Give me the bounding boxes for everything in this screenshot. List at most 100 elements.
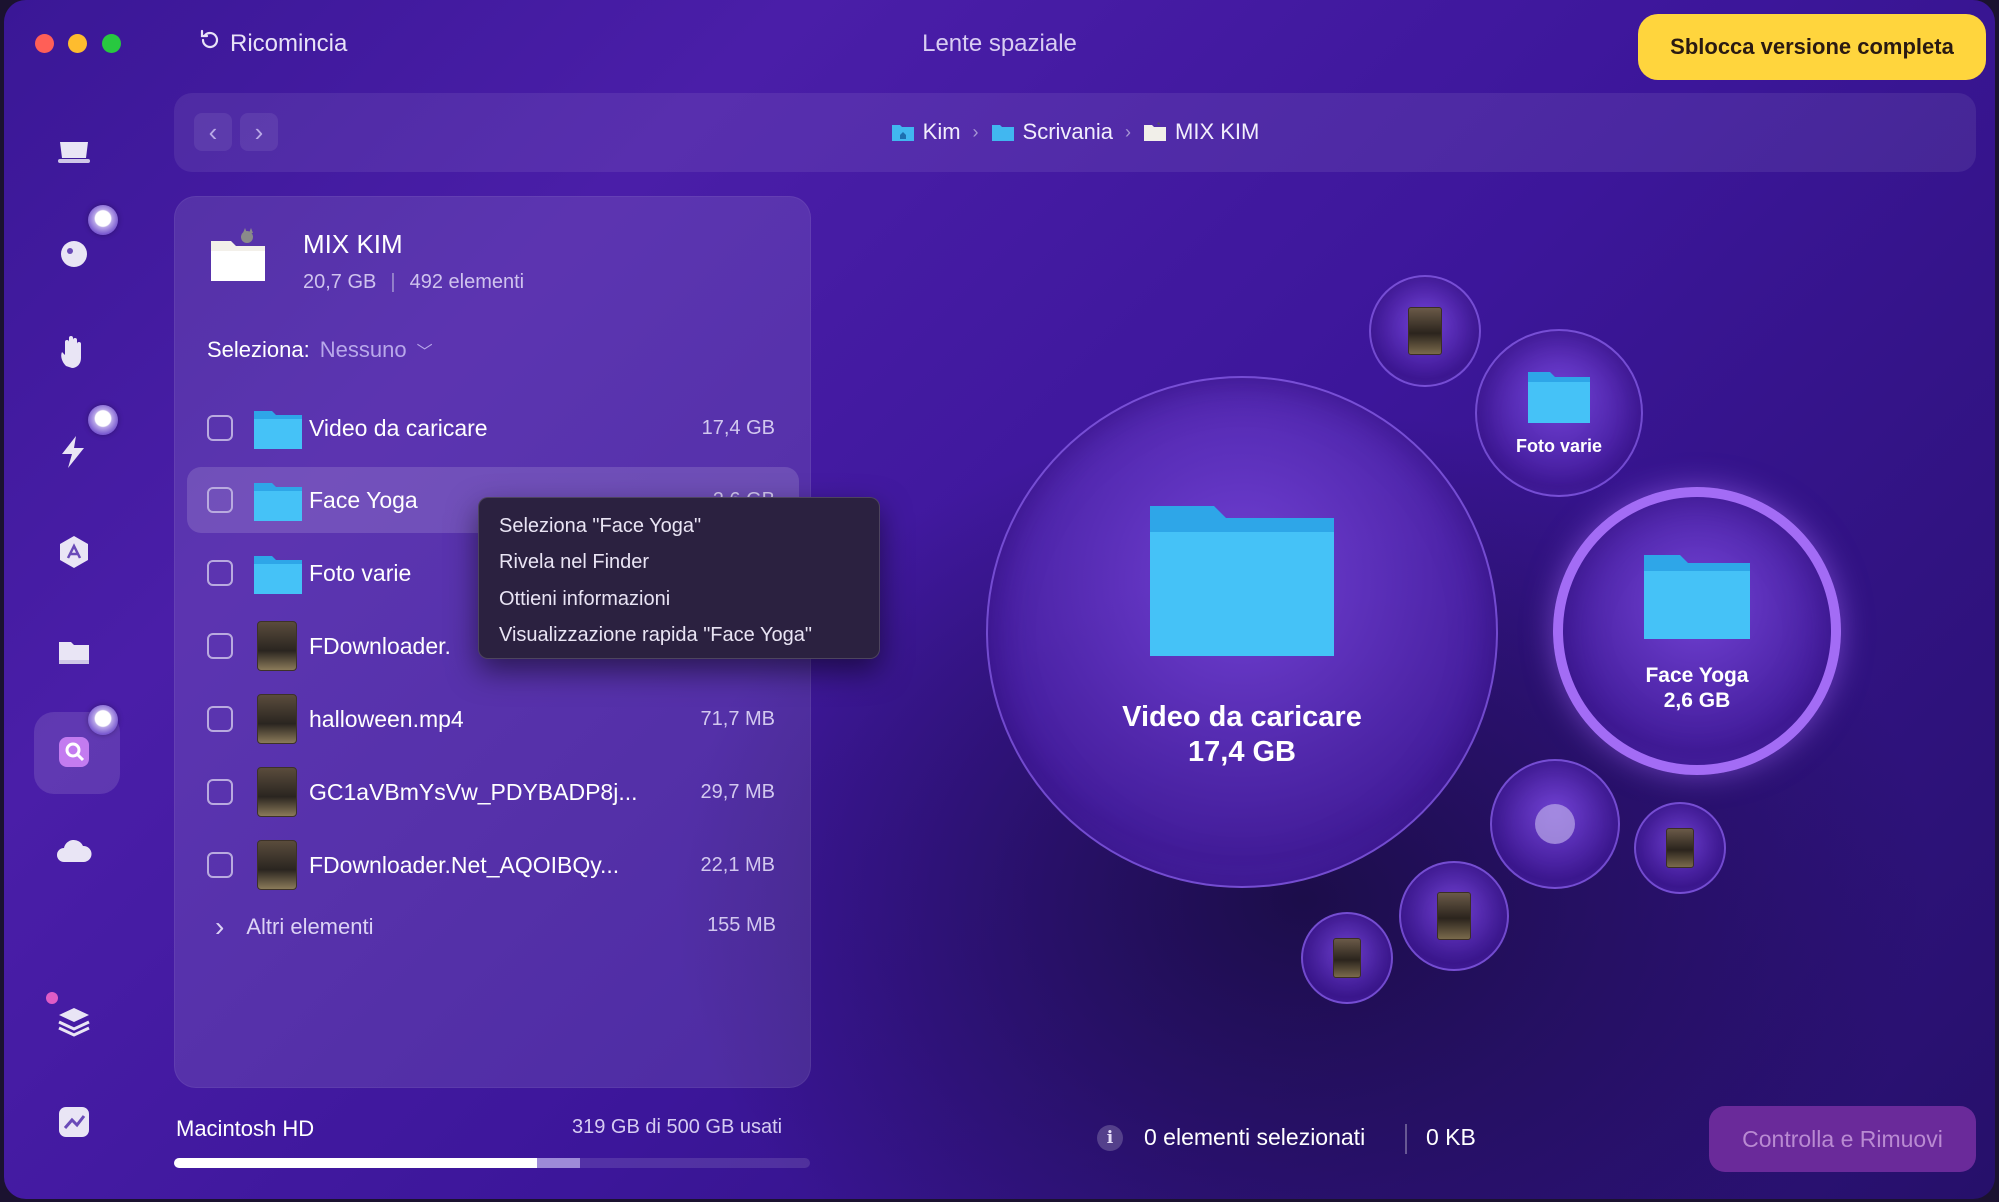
disk-name: Macintosh HD <box>176 1116 315 1141</box>
breadcrumb-kim[interactable]: Kim <box>891 119 961 145</box>
notification-badge <box>88 205 118 235</box>
breadcrumb-label: Kim <box>922 119 961 144</box>
item-checkbox[interactable] <box>207 487 233 513</box>
bubble-size: 2,6 GB <box>1663 689 1731 712</box>
bubble-name: Foto varie <box>1515 436 1603 457</box>
list-item[interactable]: halloween.mp4 71,7 MB <box>187 686 799 752</box>
list-item[interactable]: Video da caricare 17,4 GB <box>187 395 799 461</box>
bubble-video-da-caricare[interactable]: Video da caricare 17,4 GB <box>986 376 1498 888</box>
bubble-face-yoga[interactable]: Face Yoga 2,6 GB <box>1553 487 1841 775</box>
folder-icon <box>991 125 1014 141</box>
speed-icon[interactable] <box>52 430 96 474</box>
selected-size: 0 KB <box>1426 1124 1476 1150</box>
item-checkbox[interactable] <box>207 779 233 805</box>
divider <box>1405 1124 1407 1154</box>
select-dropdown[interactable]: Seleziona: Nessuno ﹀ <box>207 337 433 363</box>
folder-icon <box>211 228 265 281</box>
bubble-size: 17,4 GB <box>1188 736 1296 768</box>
shelf-icon[interactable] <box>52 1000 96 1044</box>
path-bar: ‹ › Kim › Scrivania › MIX KIM <box>174 93 1976 172</box>
review-and-remove-button[interactable]: Controlla e Rimuovi <box>1709 1106 1976 1172</box>
select-value: Nessuno <box>319 337 407 362</box>
video-thumbnail <box>257 840 297 890</box>
circle-icon <box>1535 804 1575 844</box>
menu-item-reveal-in-finder[interactable]: Rivela nel Finder <box>479 545 879 582</box>
more-items-row[interactable]: › Altri elementi <box>215 911 373 943</box>
folder-icon <box>254 556 302 594</box>
item-name: Video da caricare <box>309 414 488 441</box>
menu-item-select[interactable]: Seleziona "Face Yoga" <box>479 508 879 545</box>
bubble-video-file[interactable] <box>1399 861 1509 971</box>
protection-icon[interactable] <box>52 330 96 374</box>
folder-icon <box>254 411 302 449</box>
item-name: Face Yoga <box>309 486 418 513</box>
cleanup-icon[interactable] <box>52 230 96 274</box>
smart-scan-icon[interactable] <box>52 130 96 174</box>
item-checkbox[interactable] <box>207 633 233 659</box>
folder-size: 20,7 GB <box>303 271 377 293</box>
bubble-other[interactable] <box>1490 759 1620 889</box>
folder-icon <box>1644 554 1750 639</box>
item-count: 492 elementi <box>409 271 525 293</box>
video-thumbnail <box>1408 307 1442 355</box>
video-thumbnail <box>257 621 297 671</box>
app-window: Ricomincia Lente spaziale Sblocca versio… <box>4 0 1995 1199</box>
item-name: halloween.mp4 <box>309 705 464 732</box>
notification-badge <box>88 405 118 435</box>
folder-icon <box>1528 372 1590 424</box>
list-item[interactable]: FDownloader.Net_AQOIBQy... 22,1 MB <box>187 832 799 898</box>
menu-item-quick-look[interactable]: Visualizzazione rapida "Face Yoga" <box>479 618 879 655</box>
panel-title: MIX KIM <box>303 229 403 259</box>
bubble-name: Video da caricare <box>1122 701 1362 734</box>
more-items-size: 155 MB <box>707 914 776 936</box>
bubble-name: Face Yoga <box>1645 663 1749 687</box>
video-thumbnail <box>1437 892 1471 940</box>
notification-badge <box>88 705 118 735</box>
breadcrumb-scrivania[interactable]: Scrivania <box>991 119 1113 145</box>
bubble-video-file[interactable] <box>1634 802 1726 894</box>
select-label: Seleziona: <box>207 337 310 362</box>
breadcrumb: Kim › Scrivania › MIX KIM <box>174 119 1976 145</box>
video-thumbnail <box>1666 828 1694 868</box>
video-thumbnail <box>257 767 297 817</box>
item-checkbox[interactable] <box>207 706 233 732</box>
item-size: 71,7 MB <box>700 707 775 730</box>
item-name: GC1aVBmYsVw_PDYBADP8j... <box>309 778 638 805</box>
context-menu: Seleziona "Face Yoga" Rivela nel Finder … <box>478 497 880 659</box>
bubble-video-file[interactable] <box>1369 275 1481 387</box>
disk-usage-fill <box>174 1158 537 1168</box>
disk-usage-fill-secondary <box>536 1158 580 1168</box>
folder-icon <box>1150 506 1334 657</box>
more-items-label: Altri elementi <box>246 914 374 939</box>
chevron-down-icon: ﹀ <box>416 344 433 361</box>
my-clutter-icon[interactable] <box>52 630 96 674</box>
divider: | <box>390 271 396 293</box>
breadcrumb-separator: › <box>972 121 979 142</box>
info-icon[interactable]: i <box>1097 1125 1123 1151</box>
disk-usage-bar <box>174 1158 810 1168</box>
item-size: 17,4 GB <box>701 416 775 439</box>
monitor-icon[interactable] <box>52 1100 96 1144</box>
item-checkbox[interactable] <box>207 852 233 878</box>
bubble-video-file[interactable] <box>1301 912 1393 1004</box>
menu-item-get-info[interactable]: Ottieni informazioni <box>479 581 879 618</box>
selected-count: 0 elementi selezionati <box>1144 1124 1366 1150</box>
breadcrumb-mix-kim[interactable]: MIX KIM <box>1143 119 1259 145</box>
item-checkbox[interactable] <box>207 415 233 441</box>
item-size: 29,7 MB <box>700 780 775 803</box>
space-lens-icon[interactable] <box>52 730 96 774</box>
disk-usage: 319 GB di 500 GB usati <box>572 1116 783 1138</box>
breadcrumb-label: MIX KIM <box>1175 119 1260 144</box>
applications-icon[interactable] <box>52 530 96 574</box>
list-item[interactable]: GC1aVBmYsVw_PDYBADP8j... 29,7 MB <box>187 759 799 825</box>
cloud-icon[interactable] <box>52 830 96 874</box>
item-name: FDownloader.Net_AQOIBQy... <box>309 851 620 878</box>
breadcrumb-label: Scrivania <box>1022 119 1114 144</box>
item-checkbox[interactable] <box>207 560 233 586</box>
folder-icon <box>254 483 302 521</box>
breadcrumb-separator: › <box>1125 121 1132 142</box>
video-thumbnail <box>1333 938 1361 978</box>
unlock-full-version-button[interactable]: Sblocca versione completa <box>1638 14 1986 80</box>
bubble-foto-varie[interactable]: Foto varie <box>1475 329 1643 497</box>
folder-icon <box>1144 122 1167 141</box>
